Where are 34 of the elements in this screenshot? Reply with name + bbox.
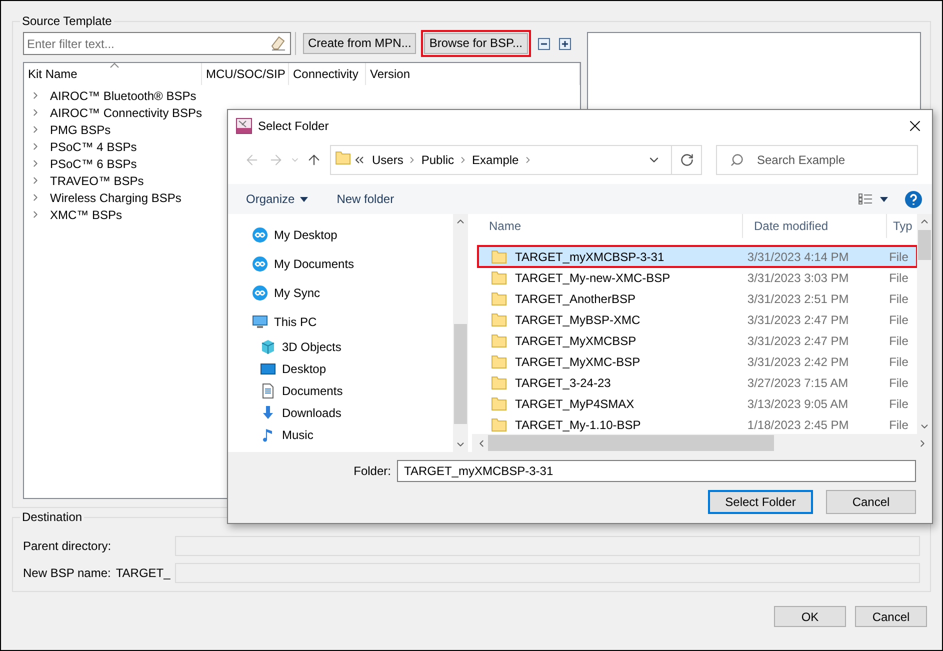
- folder-name: TARGET_MyP4SMAX: [515, 396, 634, 410]
- folder-name: TARGET_MyXMC-BSP: [515, 354, 640, 368]
- name-prefix: TARGET_: [116, 566, 170, 580]
- date-modified: 3/31/2023 4:14 PM: [747, 250, 849, 264]
- date-modified: 3/31/2023 3:03 PM: [747, 270, 849, 284]
- file-type: File: [889, 396, 908, 410]
- file-type: File: [889, 292, 908, 306]
- date-modified: 1/18/2023 2:45 PM: [747, 418, 849, 432]
- group-title: Destination: [21, 510, 84, 524]
- file-type: File: [889, 270, 908, 284]
- date-modified: 3/31/2023 2:51 PM: [747, 292, 849, 306]
- file-type: File: [889, 354, 908, 368]
- folder-name: TARGET_MyBSP-XMC: [515, 312, 640, 326]
- file-type: File: [889, 312, 908, 326]
- folder-name: TARGET_myXMCBSP-3-31: [515, 250, 664, 264]
- file-type: File: [889, 334, 908, 348]
- date-modified: 3/31/2023 2:47 PM: [747, 334, 849, 348]
- file-type: File: [889, 376, 908, 390]
- folder-name: TARGET_MyXMCBSP: [515, 334, 636, 348]
- date-modified: 3/13/2023 9:05 AM: [747, 396, 848, 410]
- field-label: Folder:: [354, 464, 391, 478]
- window-title: Select Folder: [258, 118, 330, 132]
- field-label: New BSP name:: [23, 566, 111, 580]
- date-modified: 3/31/2023 2:42 PM: [747, 354, 849, 368]
- folder-name: TARGET_3-24-23: [515, 376, 611, 390]
- date-modified: 3/31/2023 2:47 PM: [747, 312, 849, 326]
- field-label: Parent directory:: [23, 539, 112, 553]
- file-type: File: [889, 418, 908, 432]
- folder-name: TARGET_My-new-XMC-BSP: [515, 270, 670, 284]
- date-modified: 3/27/2023 7:15 AM: [747, 376, 848, 390]
- file-type: File: [889, 250, 908, 264]
- folder-name: TARGET_AnotherBSP: [515, 292, 636, 306]
- folder-name: TARGET_My-1.10-BSP: [515, 418, 641, 432]
- group-title: Source Template: [21, 14, 113, 28]
